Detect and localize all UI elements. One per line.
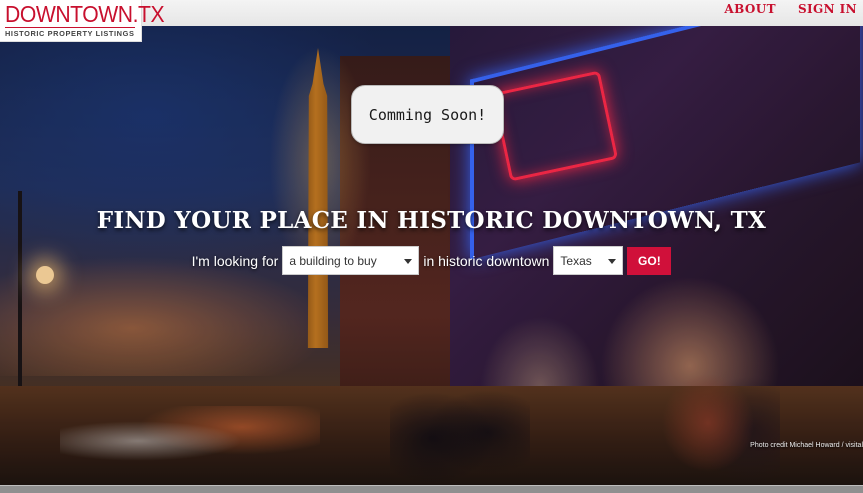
property-search-form: I'm looking for a building to buy in his… (0, 246, 863, 275)
go-button[interactable]: GO! (627, 246, 672, 275)
chevron-down-icon (404, 259, 413, 264)
nav-about-link[interactable]: ABOUT (724, 2, 776, 16)
property-type-select[interactable]: a building to buy (282, 246, 420, 275)
logo-subtitle: HISTORIC PROPERTY LISTINGS (5, 27, 135, 38)
hero-headline: FIND YOUR PLACE IN HISTORIC DOWNTOWN, TX (96, 207, 767, 234)
bottom-scroll-bar[interactable] (0, 485, 863, 493)
main-nav: ABOUT SIGN IN (724, 2, 857, 16)
search-prefix-label: I'm looking for (191, 252, 279, 269)
state-select[interactable]: Texas (553, 246, 624, 275)
state-value: Texas (560, 253, 592, 268)
chevron-down-icon (608, 259, 617, 264)
coming-soon-popup: Comming Soon! (351, 85, 504, 144)
logo-title: DOWNTOWN.TX (5, 1, 165, 27)
nav-sign-in-link[interactable]: SIGN IN (798, 2, 857, 16)
property-type-value: a building to buy (289, 253, 377, 268)
search-middle-label: in historic downtown (423, 252, 550, 269)
site-logo[interactable]: DOWNTOWN.TX HISTORIC PROPERTY LISTINGS (0, 0, 165, 42)
photo-credit: Photo credit Michael Howard / visital (750, 442, 863, 449)
